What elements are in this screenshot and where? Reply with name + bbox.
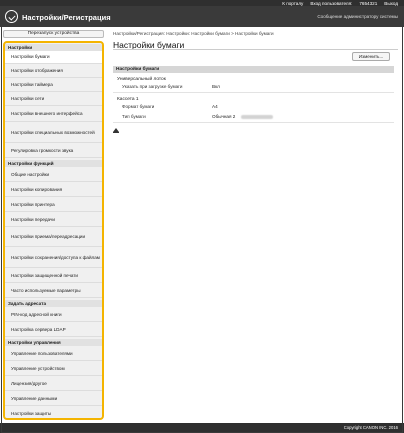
sidebar-item-secure-print[interactable]: Настройки защищенной печати [5, 269, 102, 283]
sidebar-item-address-book-pin[interactable]: PIN-код адресной книги [5, 308, 102, 322]
sidebar-item-security-settings[interactable]: Настройки защиты [5, 407, 102, 418]
sidebar-item-volume[interactable]: Регулировка громкости звука [5, 144, 102, 158]
user-id: 7654321 [359, 0, 378, 6]
edit-button[interactable]: Изменить... [352, 52, 390, 61]
section-header-function-settings: Настройки функций [5, 160, 102, 167]
section-header-management-settings: Настройки управления [5, 339, 102, 346]
sidebar-item-send-settings[interactable]: Настройки передачи [5, 213, 102, 227]
restart-device-button[interactable]: Перезапуск устройства [3, 30, 104, 38]
back-to-top-bar [113, 132, 119, 133]
login-user-label: Вход пользователя: [310, 0, 353, 6]
row-divider [113, 122, 394, 123]
sidebar-item-display-settings[interactable]: Настройки отображения [5, 65, 102, 78]
sidebar-item-printer-settings[interactable]: Настройки принтера [5, 198, 102, 212]
sidebar-item-paper-settings[interactable]: Настройки бумаги [5, 51, 102, 64]
mp-tray-heading: Универсальный лоток [117, 77, 166, 82]
sidebar-item-common-settings[interactable]: Общие настройки [5, 168, 102, 182]
section-header-settings: Настройки [5, 44, 102, 51]
drawer-1-heading: Кассета 1 [117, 97, 139, 102]
breadcrumb[interactable]: Настройки/Регистрация: Настройки: Настро… [113, 31, 274, 36]
mp-tray-specify-label: Указать при загрузке бумаги [122, 84, 183, 89]
sidebar-item-external-interface[interactable]: Настройки внешнего интерфейса [5, 107, 102, 122]
portal-link[interactable]: К порталу [282, 1, 303, 6]
section-header-set-destination: Задать адресата [5, 300, 102, 307]
row-divider [113, 92, 394, 93]
sidebar-item-copy-settings[interactable]: Настройки копирования [5, 183, 102, 197]
app-header: Настройки/Регистрация Сообщение админист… [0, 6, 404, 27]
sidebar-item-favorite-settings[interactable]: Часто используемые параметры [5, 284, 102, 298]
section-header-paper-settings: Настройки бумаги [113, 66, 394, 73]
paper-type-value: Обычная 2 [212, 114, 236, 119]
title-divider [113, 49, 398, 50]
sidebar-item-store-access-files[interactable]: Настройки сохранения/доступа к файлам [5, 248, 102, 268]
sidebar-item-accessibility[interactable]: Настройки специальных возможностей [5, 123, 102, 143]
sidebar-item-timer-settings[interactable]: Настройки таймера [5, 79, 102, 92]
sidebar-item-receive-forward[interactable]: Настройки приема/переадресации [5, 228, 102, 247]
sidebar: Перезапуск устройства Настройки Настройк… [3, 30, 104, 420]
sidebar-item-license-other[interactable]: Лицензия/другое [5, 377, 102, 391]
settings-logo-icon [5, 10, 18, 23]
paper-size-value: A4 [212, 104, 218, 109]
sidebar-item-device-management[interactable]: Управление устройством [5, 362, 102, 376]
admin-message-link[interactable]: Сообщение администратору системы [317, 14, 398, 19]
paper-size-label: Формат бумаги [122, 104, 155, 109]
logout-link[interactable]: Выход [384, 1, 398, 6]
sidebar-item-ldap-server[interactable]: Настройка сервера LDAP [5, 323, 102, 337]
app-title: Настройки/Регистрация [22, 13, 111, 22]
footer: Copyright CANON INC. 2016 [0, 423, 404, 433]
paper-type-label: Тип бумаги [122, 114, 146, 119]
sidebar-item-user-management[interactable]: Управление пользователями [5, 347, 102, 361]
sidebar-menu: Настройки Настройки бумаги Настройки ото… [3, 41, 104, 420]
mp-tray-specify-value: Вкл [212, 84, 220, 89]
sidebar-item-data-management[interactable]: Управление данными [5, 392, 102, 406]
sidebar-item-network-settings[interactable]: Настройки сети [5, 93, 102, 106]
blurred-detail [241, 115, 273, 119]
